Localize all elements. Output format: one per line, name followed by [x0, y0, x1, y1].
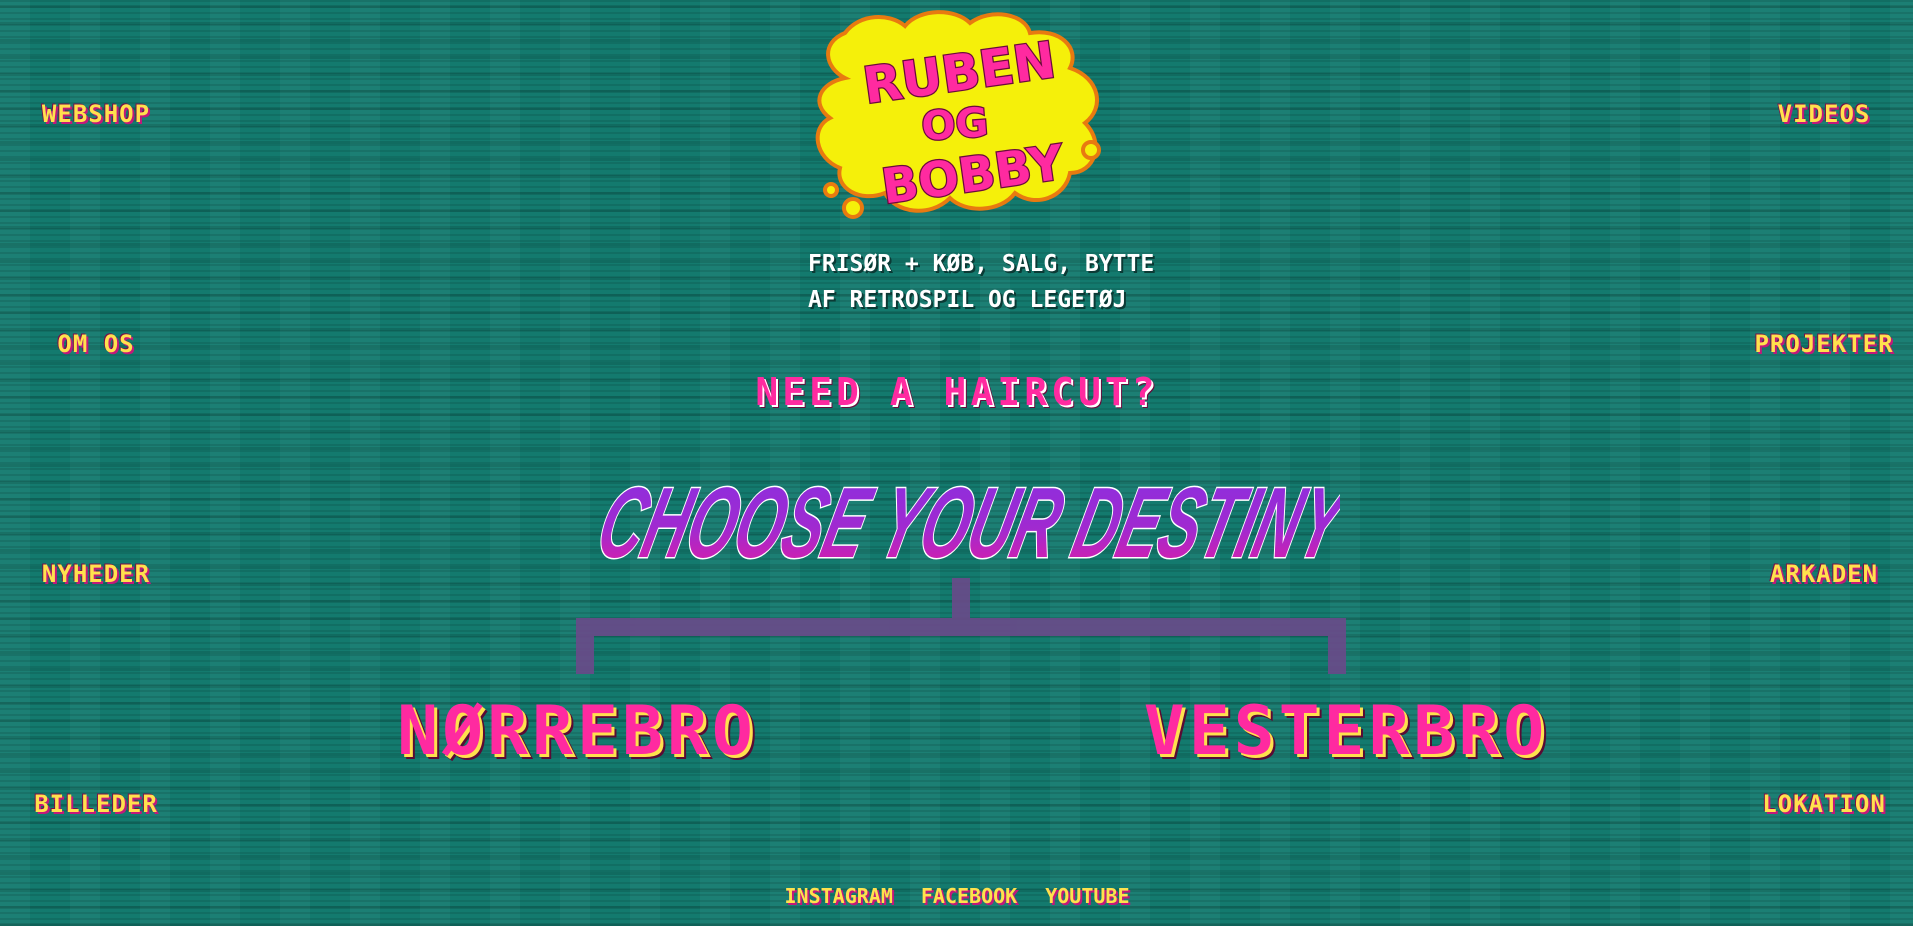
site-logo[interactable]: RUBEN OG BOBBY [805, 8, 1115, 230]
instagram-link[interactable]: INSTAGRAM [785, 884, 893, 908]
nav-om-os[interactable]: OM OS [57, 330, 134, 358]
location-norrebro-link[interactable]: NØRREBRO [397, 692, 757, 771]
youtube-link[interactable]: YOUTUBE [1045, 884, 1129, 908]
nav-projekter[interactable]: PROJEKTER [1754, 330, 1893, 358]
tagline-line-1: FRISØR + KØB, SALG, BYTTE [808, 251, 1155, 277]
tagline: FRISØR + KØB, SALG, BYTTE AF RETROSPIL O… [808, 246, 1154, 318]
destiny-text: CHOOSE YOUR DESTINY [588, 466, 1340, 566]
nav-arkaden[interactable]: ARKADEN [1770, 560, 1878, 588]
nav-videos[interactable]: VIDEOS [1778, 100, 1871, 128]
location-vesterbro-link[interactable]: VESTERBRO [1144, 692, 1548, 771]
logo-line-2: OG [920, 100, 990, 151]
tagline-line-2: AF RETROSPIL OG LEGETØJ [808, 287, 1127, 313]
nav-lokation[interactable]: LOKATION [1762, 790, 1886, 818]
nav-webshop[interactable]: WEBSHOP [42, 100, 150, 128]
haircut-prompt: NEED A HAIRCUT? [755, 370, 1159, 414]
nav-nyheder[interactable]: NYHEDER [42, 560, 150, 588]
cloud-logo-icon: RUBEN OG BOBBY [815, 10, 1101, 219]
nav-billeder[interactable]: BILLEDER [34, 790, 158, 818]
facebook-link[interactable]: FACEBOOK [921, 884, 1017, 908]
social-links: INSTAGRAM FACEBOOK YOUTUBE [785, 884, 1130, 908]
choose-your-destiny-headline: CHOOSE YOUR DESTINY [586, 465, 1340, 566]
branch-bracket [576, 578, 1346, 674]
